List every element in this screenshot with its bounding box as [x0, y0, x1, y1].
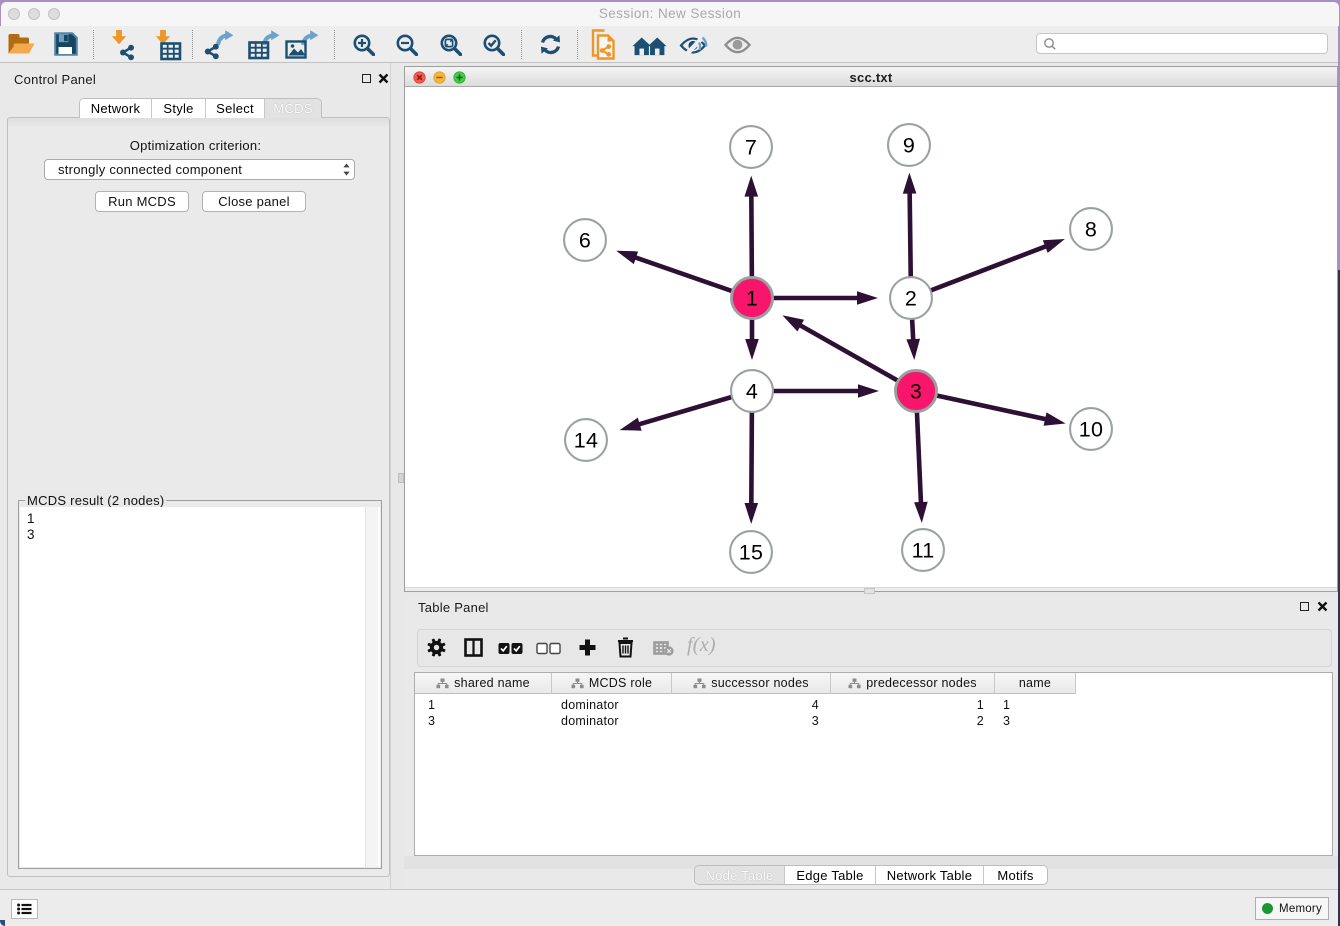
- svg-text:15: 15: [739, 541, 763, 565]
- svg-text:11: 11: [912, 539, 935, 563]
- svg-text:6: 6: [579, 229, 591, 253]
- svg-text:10: 10: [1079, 418, 1103, 442]
- svg-text:8: 8: [1085, 218, 1097, 242]
- svg-text:1: 1: [746, 287, 758, 311]
- svg-text:7: 7: [745, 136, 757, 160]
- svg-text:2: 2: [905, 287, 917, 311]
- svg-text:3: 3: [910, 380, 922, 404]
- svg-text:9: 9: [903, 134, 915, 158]
- svg-text:4: 4: [746, 380, 758, 404]
- svg-text:14: 14: [574, 429, 598, 453]
